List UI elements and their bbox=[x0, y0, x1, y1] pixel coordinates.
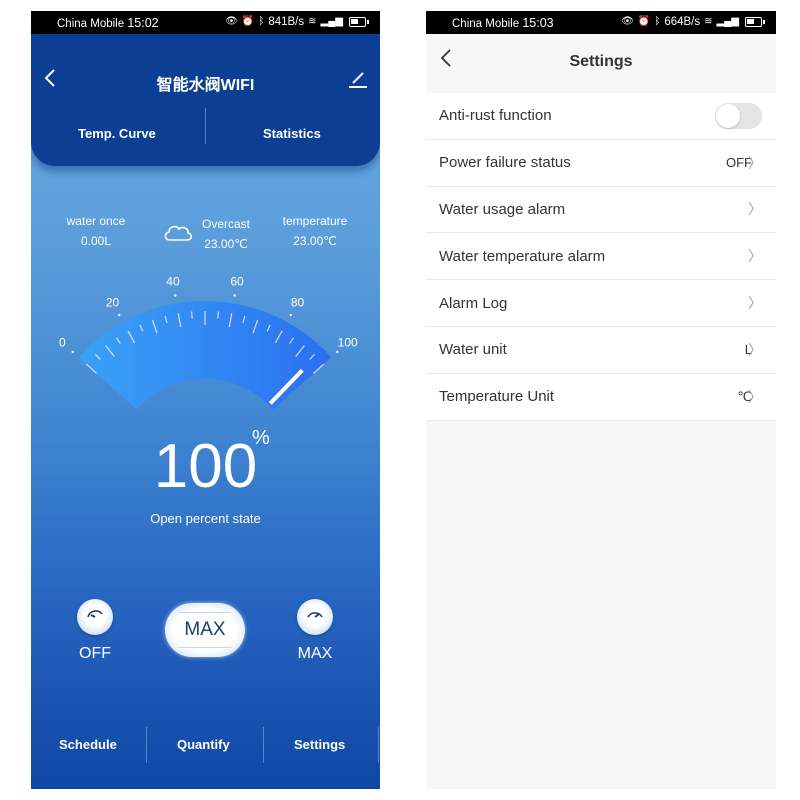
gauge-tick-label: 80 bbox=[291, 296, 305, 310]
gauge-low-icon bbox=[87, 610, 103, 618]
gauge-tick-label: 20 bbox=[106, 296, 120, 310]
signal-icon: ▂▄▆ bbox=[716, 16, 739, 27]
nav-schedule[interactable]: Schedule bbox=[59, 737, 117, 752]
settings-list: Anti-rust function Power failure status … bbox=[426, 93, 776, 421]
setting-water-unit[interactable]: Water unit L 〉 bbox=[426, 327, 776, 374]
tab-temp-curve[interactable]: Temp. Curve bbox=[78, 126, 156, 141]
settings-screen: China Mobile 15:03 👁 ⏰ ᛒ 664B/s ≋ ▂▄▆ Se… bbox=[426, 11, 776, 789]
setting-label: Water unit bbox=[439, 341, 507, 359]
signal-icon: ▂▄▆ bbox=[320, 16, 343, 27]
setting-alarm-log[interactable]: Alarm Log 〉 bbox=[426, 280, 776, 327]
max-button[interactable] bbox=[297, 599, 333, 635]
nav-quantify[interactable]: Quantify bbox=[177, 737, 230, 752]
alarm-icon: ⏰ bbox=[637, 16, 651, 27]
gauge-label-dot bbox=[118, 313, 121, 317]
status-icons: 👁 ⏰ ᛒ 664B/s ≋ ▂▄▆ bbox=[621, 16, 765, 28]
toggle-knob bbox=[716, 103, 740, 128]
weather-label: Overcast bbox=[201, 217, 250, 231]
app-header: 智能水阀WIFI Temp. Curve Statistics bbox=[31, 34, 380, 166]
setting-label: Alarm Log bbox=[439, 294, 508, 312]
setting-power-failure[interactable]: Power failure status OFF 〉 bbox=[426, 140, 776, 187]
network-speed: 841B/s bbox=[268, 16, 305, 28]
bluetooth-icon: ᛒ bbox=[258, 16, 265, 27]
nav-divider bbox=[146, 727, 147, 763]
wifi-icon: ≋ bbox=[308, 16, 317, 27]
gauge-label-dot bbox=[336, 350, 339, 354]
status-icons: 👁 ⏰ ᛒ 841B/s ≋ ▂▄▆ bbox=[225, 16, 369, 28]
battery-icon bbox=[349, 17, 369, 27]
setting-label: Power failure status bbox=[439, 154, 571, 172]
chevron-right-icon: 〉 bbox=[748, 154, 762, 171]
status-time: 15:02 bbox=[127, 16, 159, 30]
setting-anti-rust: Anti-rust function bbox=[426, 93, 776, 140]
setting-label: Anti-rust function bbox=[439, 107, 552, 125]
open-percent-unit: % bbox=[252, 427, 270, 449]
water-once-label: water once bbox=[66, 214, 126, 228]
carrier-name: China Mobile bbox=[57, 18, 125, 30]
device-title: 智能水阀WIFI bbox=[156, 77, 255, 94]
settings-header: Settings bbox=[426, 34, 776, 90]
max-mode-label: MAX bbox=[184, 619, 226, 640]
gauge-label-dot bbox=[289, 313, 292, 317]
edit-button[interactable] bbox=[348, 70, 368, 90]
off-button[interactable] bbox=[77, 599, 113, 635]
status-carrier: China Mobile 15:02 bbox=[57, 16, 159, 30]
gauge-tick-label: 0 bbox=[59, 336, 66, 350]
valve-main-screen: China Mobile 15:02 👁 ⏰ ᛒ 841B/s ≋ ▂▄▆ 智能… bbox=[31, 11, 380, 789]
gauge-label-dot bbox=[174, 294, 177, 297]
gauge-label-dot bbox=[71, 350, 74, 354]
setting-label: Water temperature alarm bbox=[439, 247, 606, 265]
status-time: 15:03 bbox=[522, 16, 554, 30]
open-percent-value: 100 bbox=[153, 432, 258, 501]
gauge-tick-label: 40 bbox=[166, 275, 180, 289]
setting-label: Temperature Unit bbox=[439, 388, 555, 406]
nav-divider bbox=[263, 727, 264, 763]
battery-icon bbox=[745, 17, 765, 27]
gauge-tick bbox=[190, 311, 193, 319]
tab-statistics[interactable]: Statistics bbox=[263, 126, 321, 141]
eye-icon: 👁 bbox=[621, 16, 634, 27]
eye-icon: 👁 bbox=[225, 16, 238, 27]
gauge-label-dot bbox=[233, 294, 236, 297]
chevron-right-icon: 〉 bbox=[748, 201, 762, 218]
setting-label: Water usage alarm bbox=[439, 200, 566, 218]
carrier-name: China Mobile bbox=[452, 18, 520, 30]
nav-settings[interactable]: Settings bbox=[294, 737, 345, 752]
status-bar: China Mobile 15:02 👁 ⏰ ᛒ 841B/s ≋ ▂▄▆ bbox=[31, 11, 380, 34]
temperature-label: temperature bbox=[282, 214, 348, 228]
page-title: Settings bbox=[569, 53, 633, 70]
chevron-right-icon: 〉 bbox=[748, 388, 762, 405]
status-bar: China Mobile 15:03 👁 ⏰ ᛒ 664B/s ≋ ▂▄▆ bbox=[426, 11, 776, 34]
setting-water-usage-alarm[interactable]: Water usage alarm 〉 bbox=[426, 187, 776, 234]
max-label: MAX bbox=[297, 645, 333, 662]
nav-divider bbox=[378, 727, 379, 763]
alarm-icon: ⏰ bbox=[241, 16, 255, 27]
valve-gauge: 0 20 40 60 80 100 bbox=[59, 275, 358, 410]
anti-rust-toggle[interactable] bbox=[715, 102, 762, 129]
max-mode-button[interactable]: MAX bbox=[165, 603, 245, 657]
bluetooth-icon: ᛒ bbox=[654, 16, 661, 27]
network-speed: 664B/s bbox=[664, 16, 701, 28]
tab-divider bbox=[205, 108, 206, 144]
setting-temperature-unit[interactable]: Temperature Unit ℃ 〉 bbox=[426, 374, 776, 421]
open-percent-label: Open percent state bbox=[150, 511, 261, 526]
chevron-right-icon: 〉 bbox=[748, 248, 762, 265]
chevron-right-icon: 〉 bbox=[748, 341, 762, 358]
pencil-icon bbox=[349, 72, 367, 88]
wifi-icon: ≋ bbox=[704, 16, 713, 27]
off-label: OFF bbox=[79, 645, 111, 662]
gauge-tick-label: 60 bbox=[230, 275, 244, 289]
gauge-tick-label: 100 bbox=[338, 336, 358, 350]
gauge-tick bbox=[217, 311, 220, 319]
chevron-right-icon: 〉 bbox=[748, 295, 762, 312]
gauge-high-icon bbox=[307, 612, 323, 618]
status-carrier: China Mobile 15:03 bbox=[452, 16, 554, 30]
setting-water-temp-alarm[interactable]: Water temperature alarm 〉 bbox=[426, 233, 776, 281]
